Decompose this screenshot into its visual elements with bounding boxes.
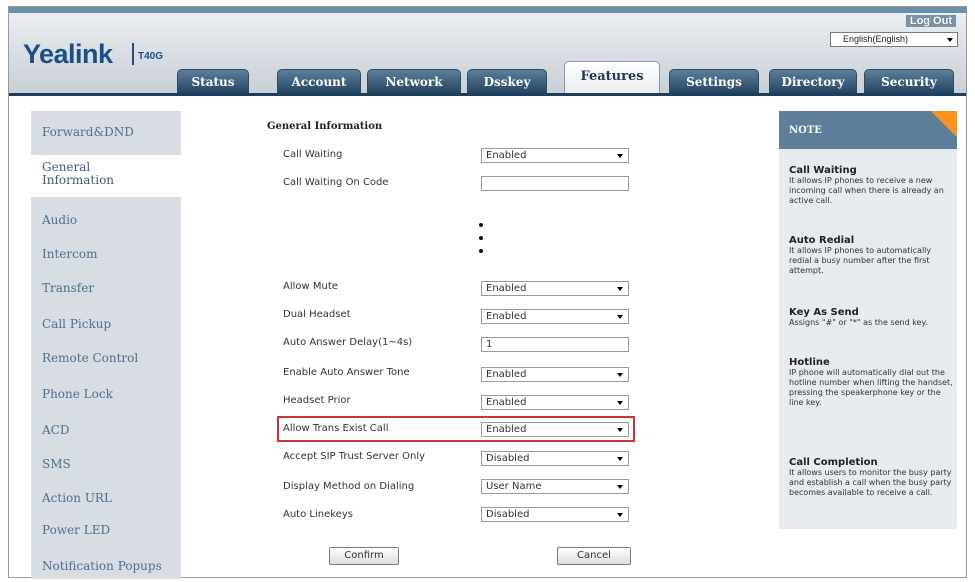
call-waiting-on-code-input[interactable] <box>481 176 629 191</box>
note-text: IP phone will automatically dial out the… <box>789 368 953 407</box>
field-label: Auto Answer Delay(1~4s) <box>283 337 413 348</box>
chevron-down-icon <box>617 287 623 291</box>
field-label: Call Waiting <box>283 149 343 160</box>
display-method-select[interactable]: User Name <box>481 479 629 494</box>
sidebar-item-forward-dnd[interactable]: Forward&DND <box>31 125 181 139</box>
field-label: Display Method on Dialing <box>283 481 415 492</box>
sidebar-item-general-information[interactable]: General Information <box>31 155 181 197</box>
tab-directory[interactable]: Directory <box>769 69 857 95</box>
field-label: Accept SIP Trust Server Only <box>283 451 426 462</box>
tab-security[interactable]: Security <box>864 69 954 95</box>
note-heading: Call Completion <box>789 457 878 468</box>
chevron-down-icon <box>617 485 623 489</box>
select-value: Enabled <box>486 369 527 380</box>
note-text: It allows users to monitor the busy part… <box>789 468 952 497</box>
confirm-button[interactable]: Confirm <box>329 547 399 565</box>
accept-sip-trust-server-select[interactable]: Disabled <box>481 451 629 466</box>
sidebar-item-phone-lock[interactable]: Phone Lock <box>31 387 181 401</box>
dual-headset-select[interactable]: Enabled <box>481 309 629 324</box>
note-heading: Call Waiting <box>789 165 857 176</box>
sidebar-item-audio[interactable]: Audio <box>31 213 181 227</box>
cancel-button[interactable]: Cancel <box>557 547 631 565</box>
select-value: Enabled <box>486 311 527 322</box>
chevron-down-icon <box>617 513 623 517</box>
select-value: Disabled <box>486 509 530 520</box>
select-value: Enabled <box>486 283 527 294</box>
sidebar-item-intercom[interactable]: Intercom <box>31 247 181 261</box>
select-value: Enabled <box>486 424 527 435</box>
note-entry: Hotline IP phone will automatically dial… <box>789 357 953 408</box>
note-entry: Call Completion It allows users to monit… <box>789 457 953 498</box>
language-select[interactable]: English(English) <box>830 32 958 47</box>
chevron-down-icon <box>617 154 623 158</box>
note-corner-icon <box>931 111 957 137</box>
sidebar-item-power-led[interactable]: Power LED <box>31 523 181 537</box>
chevron-down-icon <box>947 38 953 42</box>
tab-dsskey[interactable]: Dsskey <box>467 69 547 95</box>
field-label: Call Waiting On Code <box>283 177 389 188</box>
chevron-down-icon <box>617 373 623 377</box>
auto-answer-tone-select[interactable]: Enabled <box>481 367 629 382</box>
note-heading: Key As Send <box>789 307 859 318</box>
field-label: Enable Auto Answer Tone <box>283 367 410 378</box>
section-title: General Information <box>267 121 383 132</box>
note-entry: Auto Redial It allows IP phones to autom… <box>789 235 953 276</box>
header-top-bar <box>9 7 966 13</box>
note-title: NOTE <box>789 125 822 136</box>
tab-settings[interactable]: Settings <box>669 69 759 95</box>
select-value: Enabled <box>486 150 527 161</box>
tab-status[interactable]: Status <box>177 69 249 95</box>
sidebar-item-sms[interactable]: SMS <box>31 457 181 471</box>
language-value: English(English) <box>843 34 909 44</box>
sidebar-item-transfer[interactable]: Transfer <box>31 281 181 295</box>
note-heading: Hotline <box>789 357 830 368</box>
logo-separator <box>132 43 134 65</box>
field-label: Allow Mute <box>283 281 338 292</box>
web-ui-frame: Yealink T40G Log Out English(English) St… <box>8 6 967 579</box>
sidebar-item-action-url[interactable]: Action URL <box>31 491 181 505</box>
field-label: Allow Trans Exist Call <box>283 423 389 434</box>
sidebar: Forward&DND General Information Audio In… <box>31 111 181 579</box>
allow-trans-exist-call-select[interactable]: Enabled <box>481 422 629 437</box>
chevron-down-icon <box>617 315 623 319</box>
select-value: Enabled <box>486 397 527 408</box>
chevron-down-icon <box>617 457 623 461</box>
sidebar-item-remote-control[interactable]: Remote Control <box>31 351 181 365</box>
note-text: It allows IP phones to receive a new inc… <box>789 176 944 205</box>
tab-account[interactable]: Account <box>277 69 361 95</box>
field-label: Headset Prior <box>283 395 351 406</box>
sidebar-item-call-pickup[interactable]: Call Pickup <box>31 317 181 331</box>
tab-network[interactable]: Network <box>367 69 461 95</box>
header-divider <box>9 93 966 96</box>
auto-answer-delay-input[interactable]: 1 <box>481 337 629 352</box>
field-label: Auto Linekeys <box>283 509 353 520</box>
headset-prior-select[interactable]: Enabled <box>481 395 629 410</box>
auto-linekeys-select[interactable]: Disabled <box>481 507 629 522</box>
field-label: Dual Headset <box>283 309 351 320</box>
call-waiting-select[interactable]: Enabled <box>481 148 629 163</box>
settings-form: General Information Call Waiting Enabled… <box>181 111 771 579</box>
chevron-down-icon <box>617 401 623 405</box>
allow-mute-select[interactable]: Enabled <box>481 281 629 296</box>
note-text: Assigns "#" or "*" as the send key. <box>789 318 928 327</box>
tab-features[interactable]: Features <box>564 61 660 95</box>
yealink-logo: Yealink <box>23 39 113 69</box>
sidebar-item-acd[interactable]: ACD <box>31 423 181 437</box>
chevron-down-icon <box>617 428 623 432</box>
logout-link[interactable]: Log Out <box>905 15 956 27</box>
note-entry: Key As Send Assigns "#" or "*" as the se… <box>789 307 953 328</box>
note-entry: Call Waiting It allows IP phones to rece… <box>789 165 953 206</box>
select-value: User Name <box>486 481 542 492</box>
note-panel: NOTE Call Waiting It allows IP phones to… <box>779 111 957 529</box>
note-text: It allows IP phones to automatically red… <box>789 246 932 275</box>
phone-model: T40G <box>138 51 164 62</box>
ellipsis-vertical-icon <box>478 219 484 259</box>
select-value: Disabled <box>486 453 530 464</box>
note-heading: Auto Redial <box>789 235 855 246</box>
sidebar-item-notification-popups[interactable]: Notification Popups <box>31 559 181 573</box>
header: Yealink T40G Log Out English(English) St… <box>9 7 966 95</box>
